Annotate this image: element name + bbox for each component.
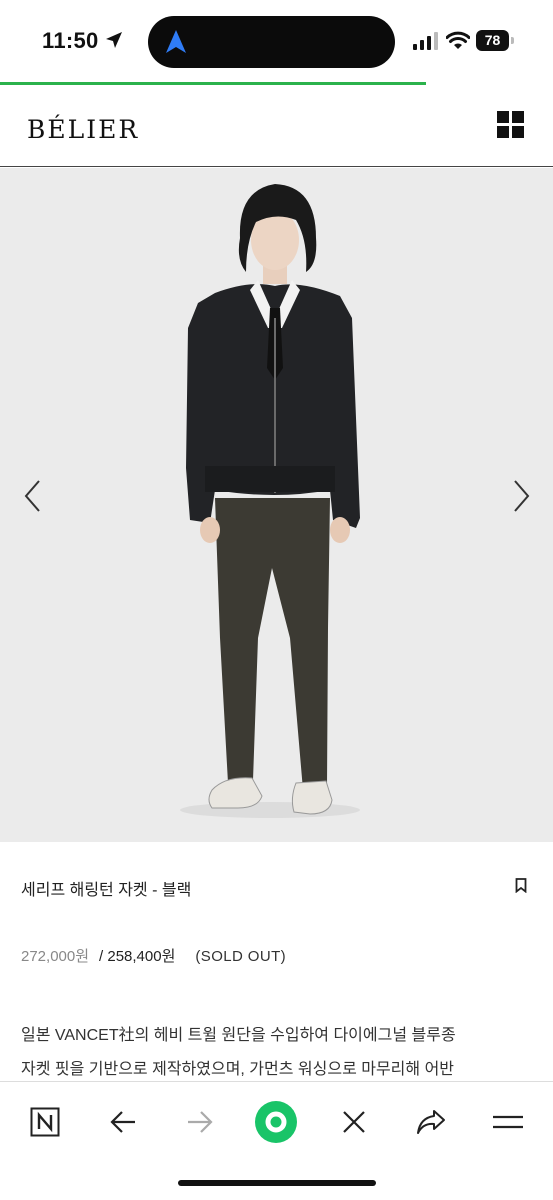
bookmark-icon[interactable] [515,878,527,893]
price-sale: / 258,400원 [99,948,176,965]
menu-icon[interactable] [486,1100,530,1144]
product-title: 세리프 해링턴 자켓 - 블랙 [21,882,192,899]
product-description: 일본 VANCET社의 헤비 트윌 원단을 수입하여 다이에그널 블루종 자켓 … [21,1019,536,1087]
naver-icon[interactable] [23,1100,67,1144]
wifi-icon [446,31,470,49]
price-row: 272,000원 / 258,400원 (SOLD OUT) [21,945,286,966]
status-bar: 11:50 78 [0,0,553,82]
battery-indicator: 78 [476,30,514,51]
cellular-signal-icon [413,32,438,50]
share-icon[interactable] [409,1100,453,1144]
description-line: 일본 VANCET社의 헤비 트윌 원단을 수입하여 다이에그널 블루종 [21,1027,456,1044]
status-time: 11:50 [42,28,99,53]
site-logo[interactable]: BÉLIER [27,115,139,144]
product-image[interactable] [0,168,553,842]
back-icon[interactable] [101,1100,145,1144]
grid-menu-icon[interactable] [497,111,525,139]
close-icon[interactable] [332,1100,376,1144]
gallery-prev-button[interactable] [20,478,46,514]
forward-icon[interactable] [178,1100,222,1144]
sold-out-badge: (SOLD OUT) [195,948,287,965]
battery-level: 78 [484,32,501,48]
site-header: BÉLIER [0,85,553,167]
home-indicator[interactable] [178,1180,376,1186]
price-original: 272,000원 [21,948,90,965]
location-arrow-icon [106,32,122,48]
dynamic-island[interactable] [148,16,395,68]
product-photo-model [180,184,360,818]
navigation-arrow-icon [166,30,186,53]
gallery-next-button[interactable] [508,478,534,514]
home-icon[interactable] [254,1100,298,1144]
